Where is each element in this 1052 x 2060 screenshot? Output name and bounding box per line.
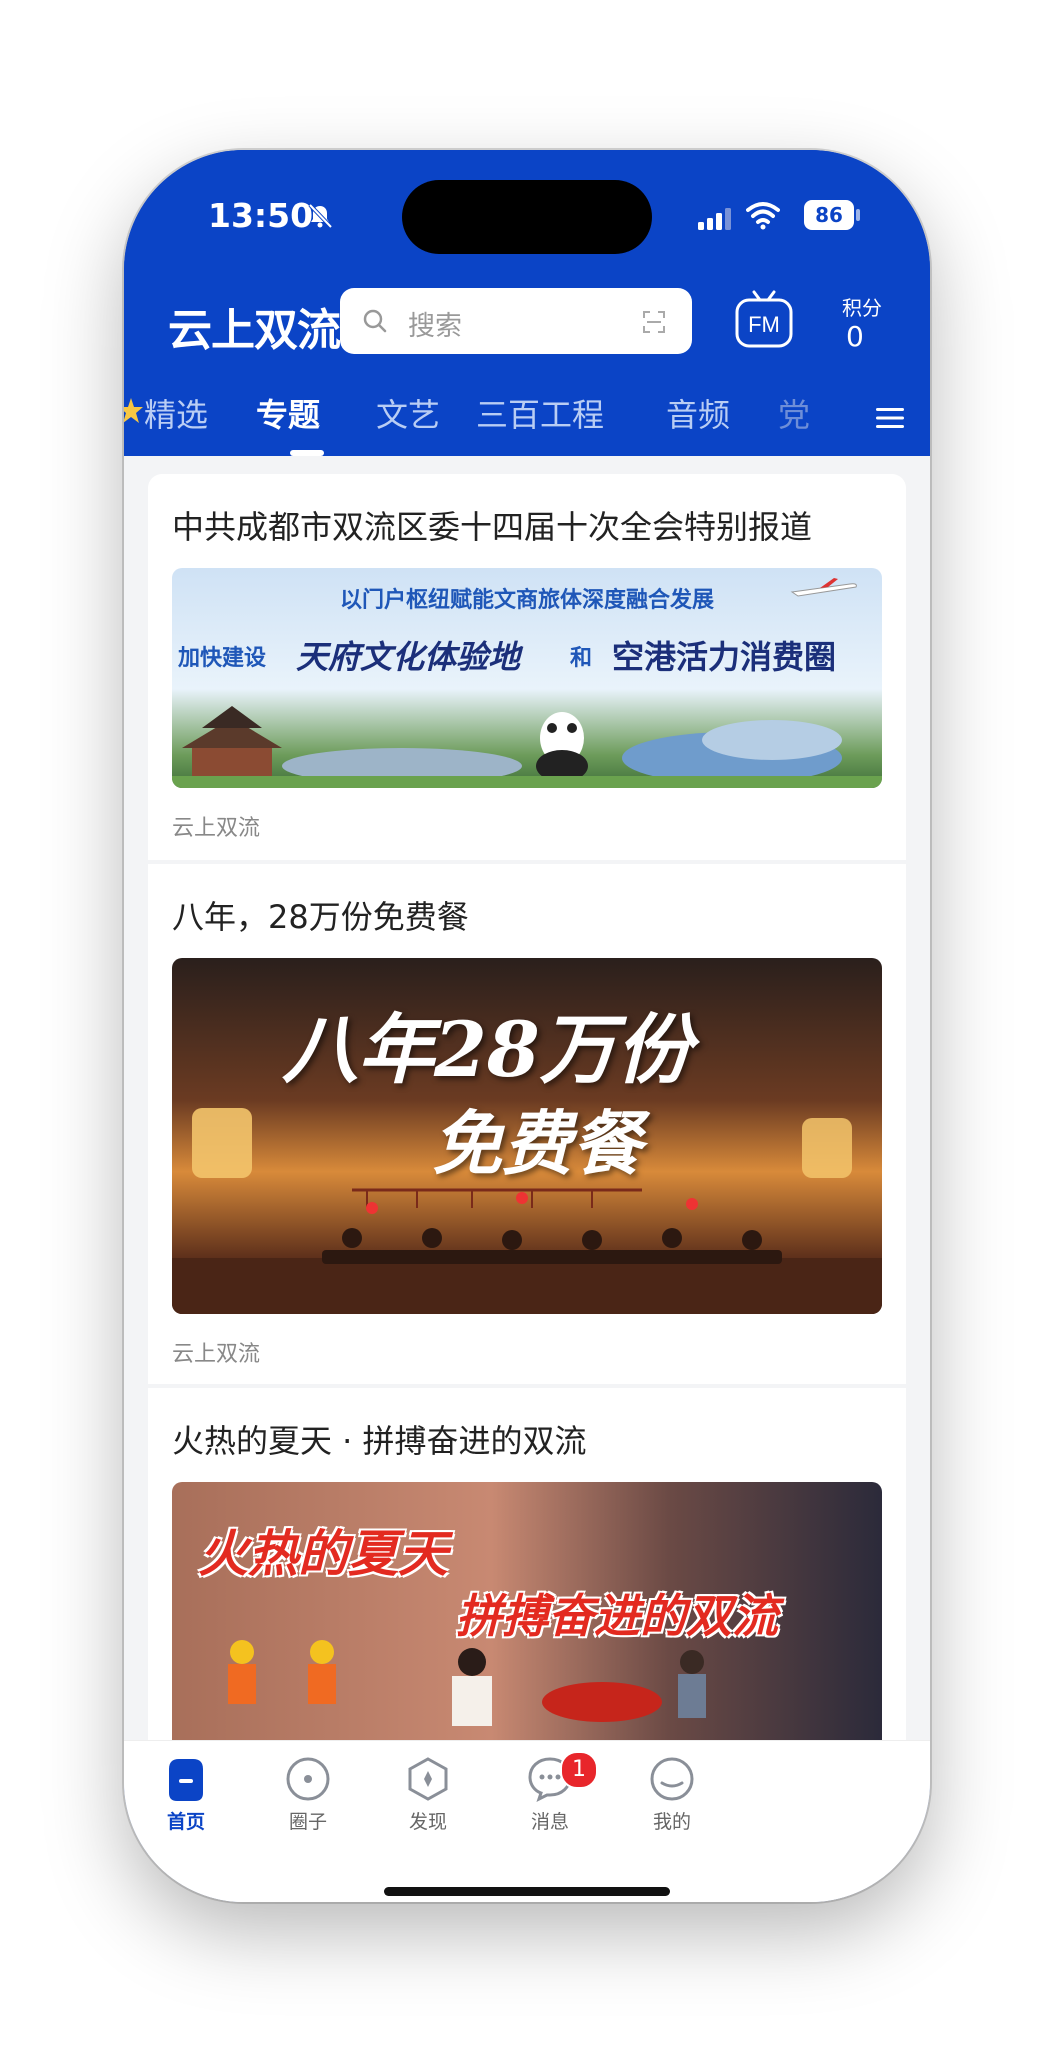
restaurant-illustration bbox=[172, 1108, 882, 1314]
fm-radio-icon[interactable]: FM bbox=[734, 288, 794, 352]
wifi-icon bbox=[746, 202, 780, 230]
nav-label: 我的 bbox=[652, 1811, 691, 1833]
nav-label: 消息 bbox=[530, 1811, 569, 1833]
banner-line: 以门户枢纽赋能文商旅体深度融合发展 bbox=[339, 588, 714, 613]
category-tabs: 精选 专题 文艺 三百工程 音频 党 bbox=[124, 390, 930, 456]
battery-indicator: 86 bbox=[804, 200, 854, 230]
article-card[interactable]: 八年，28万份免费餐 八年28万份 免费餐 云上双流 bbox=[148, 864, 906, 1384]
nav-label: 圈子 bbox=[288, 1811, 327, 1833]
points-label[interactable]: 积分 bbox=[842, 292, 882, 321]
bottom-tab-bar: 首页 圈子 发现 1 消息 我的 bbox=[124, 1740, 930, 1902]
tab-topics[interactable]: 专题 bbox=[256, 390, 320, 436]
app-screen: 13:50 86 云上双流 搜索 FM 积分 0 精选 专题 文艺 三百工程 音… bbox=[124, 150, 930, 1902]
banner-line: 空港活力消费圈 bbox=[612, 638, 837, 676]
app-logo: 云上双流 bbox=[168, 305, 341, 356]
nav-profile[interactable]: 我的 bbox=[612, 1755, 732, 1834]
article-source: 云上双流 bbox=[172, 1342, 261, 1367]
compass-icon bbox=[408, 1757, 448, 1801]
nav-label: 发现 bbox=[408, 1811, 447, 1833]
tab-featured[interactable]: 精选 bbox=[144, 390, 208, 436]
tab-audio[interactable]: 音频 bbox=[666, 390, 730, 436]
cellular-signal-icon bbox=[698, 208, 731, 230]
feed[interactable]: 中共成都市双流区委十四届十次全会特别报道 以门户枢纽赋能文商旅体深度融合发展 加… bbox=[124, 456, 930, 1902]
banner-line: 天府文化体验地 bbox=[296, 638, 521, 676]
battery-level: 86 bbox=[815, 203, 843, 227]
article-banner-image[interactable]: 八年28万份 免费餐 bbox=[172, 958, 882, 1314]
nav-home[interactable]: 首页 bbox=[126, 1755, 246, 1834]
circle-icon bbox=[286, 1757, 330, 1801]
scan-icon[interactable] bbox=[642, 310, 666, 334]
nav-discover[interactable]: 发现 bbox=[368, 1755, 488, 1834]
points-value[interactable]: 0 bbox=[846, 320, 864, 353]
article-banner-image[interactable]: 以门户枢纽赋能文商旅体深度融合发展 加快建设 天府文化体验地 和 空港活力消费圈 bbox=[172, 568, 882, 788]
banner-line: 和 bbox=[570, 646, 593, 671]
nav-label: 首页 bbox=[166, 1811, 205, 1833]
status-time: 13:50 bbox=[208, 196, 314, 235]
fm-label: FM bbox=[748, 312, 780, 337]
skyline-illustration bbox=[172, 706, 882, 788]
bell-muted-icon bbox=[308, 203, 333, 229]
tab-three-hundred-project[interactable]: 三百工程 bbox=[476, 390, 604, 436]
phone-frame: 13:50 86 云上双流 搜索 FM 积分 0 精选 专题 文艺 三百工程 音… bbox=[124, 150, 930, 1902]
banner-line: 加快建设 bbox=[178, 646, 267, 671]
article-card[interactable]: 中共成都市双流区委十四届十次全会特别报道 以门户枢纽赋能文商旅体深度融合发展 加… bbox=[148, 474, 906, 860]
nav-messages[interactable]: 1 消息 bbox=[490, 1751, 610, 1834]
nav-circle[interactable]: 圈子 bbox=[248, 1755, 368, 1834]
workers-illustration bbox=[228, 1640, 706, 1726]
search-icon bbox=[363, 309, 387, 333]
search-placeholder: 搜索 bbox=[408, 311, 462, 342]
home-icon bbox=[169, 1759, 203, 1801]
article-title[interactable]: 中共成都市双流区委十四届十次全会特别报道 bbox=[172, 502, 812, 548]
airplane-icon bbox=[790, 578, 857, 597]
app-header: 13:50 86 云上双流 搜索 FM 积分 0 精选 专题 文艺 三百工程 音… bbox=[124, 150, 930, 456]
menu-icon[interactable] bbox=[876, 406, 904, 430]
battery-cap bbox=[856, 209, 860, 221]
tab-party[interactable]: 党 bbox=[778, 390, 810, 436]
profile-icon bbox=[650, 1757, 694, 1801]
article-title[interactable]: 八年，28万份免费餐 bbox=[172, 892, 469, 938]
home-indicator bbox=[384, 1887, 670, 1896]
tab-arts[interactable]: 文艺 bbox=[376, 390, 440, 436]
banner-line: 火热的夏天 bbox=[198, 1524, 448, 1583]
dynamic-island bbox=[402, 180, 652, 254]
article-title[interactable]: 火热的夏天 · 拼搏奋进的双流 bbox=[172, 1416, 587, 1462]
unread-badge: 1 bbox=[560, 1751, 598, 1789]
search-bar[interactable]: 搜索 bbox=[340, 288, 692, 354]
article-source: 云上双流 bbox=[172, 816, 261, 841]
